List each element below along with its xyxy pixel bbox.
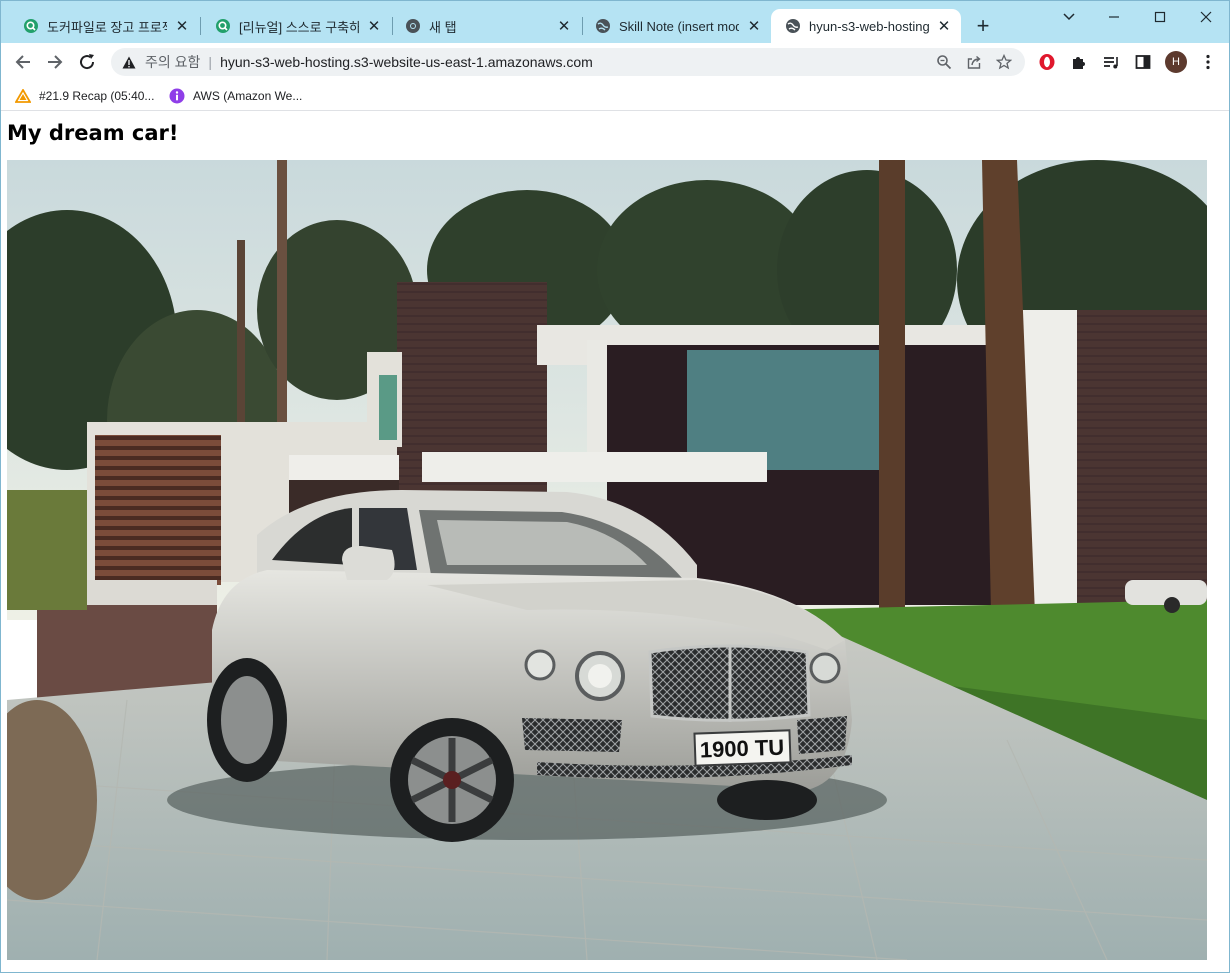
- close-icon[interactable]: ✕: [365, 17, 383, 35]
- arrow-left-icon: [15, 55, 30, 69]
- globe-icon: [785, 18, 801, 34]
- tab-title: hyun-s3-web-hosting.s: [809, 18, 929, 34]
- tab-3[interactable]: Skill Note (insert mode ✕: [581, 9, 771, 43]
- opera-extension-icon[interactable]: [1035, 50, 1059, 74]
- bookmark-label: AWS (Amazon We...: [193, 89, 303, 103]
- address-bar[interactable]: 주의 요함 | hyun-s3-web-hosting.s3-website-u…: [111, 48, 1025, 76]
- maximize-icon: [1154, 11, 1166, 23]
- kebab-menu-icon: [1206, 54, 1210, 70]
- tab-0[interactable]: 도커파일로 장고 프로젝 ✕: [9, 9, 199, 43]
- side-panel-icon[interactable]: [1131, 50, 1155, 74]
- warning-triangle-icon[interactable]: [121, 54, 137, 70]
- zoom-icon[interactable]: [929, 50, 959, 74]
- reload-button[interactable]: [73, 48, 101, 76]
- minimize-button[interactable]: [1091, 3, 1137, 31]
- globe-icon: [595, 18, 611, 34]
- new-tab-button[interactable]: +: [971, 15, 995, 39]
- license-plate-text: 1900 TU: [699, 735, 784, 763]
- media-queue-icon[interactable]: [1099, 50, 1123, 74]
- car-photo-image: 1900 TU: [7, 160, 1207, 960]
- tab-4-active[interactable]: hyun-s3-web-hosting.s ✕: [771, 9, 961, 43]
- forward-button[interactable]: [41, 48, 69, 76]
- share-icon[interactable]: [959, 50, 989, 74]
- tab-search-button[interactable]: [1046, 3, 1092, 31]
- browser-toolbar: 주의 요함 | hyun-s3-web-hosting.s3-website-u…: [1, 43, 1229, 81]
- extensions-puzzle-icon[interactable]: [1067, 50, 1091, 74]
- minimize-icon: [1109, 16, 1119, 18]
- bookmark-star-icon[interactable]: [989, 50, 1019, 74]
- close-icon[interactable]: ✕: [555, 17, 573, 35]
- tab-1[interactable]: [리뉴얼] 스스로 구축하 ✕: [201, 9, 391, 43]
- url-text[interactable]: hyun-s3-web-hosting.s3-website-us-east-1…: [220, 54, 593, 70]
- tab-title: [리뉴얼] 스스로 구축하: [239, 19, 359, 35]
- close-icon[interactable]: ✕: [745, 17, 763, 35]
- chrome-icon: [405, 18, 421, 34]
- profile-button[interactable]: H: [1164, 50, 1188, 74]
- reload-icon: [80, 54, 95, 70]
- divider: |: [208, 54, 213, 70]
- bookmarks-bar: #21.9 Recap (05:40... AWS (Amazon We...: [1, 81, 1229, 111]
- page-heading: My dream car!: [7, 121, 179, 145]
- close-window-button[interactable]: [1183, 3, 1229, 31]
- menu-button[interactable]: [1196, 50, 1220, 74]
- maximize-button[interactable]: [1137, 3, 1183, 31]
- page-content: My dream car! 1900 TU: [1, 112, 1229, 972]
- arrow-right-icon: [48, 55, 63, 69]
- tab-title: 도커파일로 장고 프로젝: [47, 19, 167, 35]
- close-icon[interactable]: ✕: [935, 17, 953, 35]
- bookmark-item[interactable]: #21.9 Recap (05:40...: [15, 86, 154, 106]
- car-photo: 1900 TU: [7, 160, 1207, 960]
- tab-title: 새 탭: [429, 19, 457, 35]
- close-icon[interactable]: ✕: [173, 17, 191, 35]
- avatar: H: [1165, 51, 1187, 73]
- back-button[interactable]: [9, 48, 37, 76]
- security-label[interactable]: 주의 요함: [145, 52, 200, 72]
- browser-window: 도커파일로 장고 프로젝 ✕ [리뉴얼] 스스로 구축하 ✕ 새 탭 ✕ Ski…: [0, 0, 1230, 973]
- warning-triangle-icon: [15, 88, 31, 104]
- tab-2[interactable]: 새 탭 ✕: [391, 9, 581, 43]
- tab-strip: 도커파일로 장고 프로젝 ✕ [리뉴얼] 스스로 구축하 ✕ 새 탭 ✕ Ski…: [1, 1, 1229, 43]
- chevron-down-icon: [1063, 13, 1075, 21]
- info-circle-icon: [169, 88, 185, 104]
- close-icon: [1200, 11, 1212, 23]
- bookmark-label: #21.9 Recap (05:40...: [39, 89, 155, 103]
- tab-title: Skill Note (insert mode: [619, 18, 739, 34]
- q-green-icon: [215, 18, 231, 34]
- bookmark-item[interactable]: AWS (Amazon We...: [169, 86, 302, 106]
- q-green-icon: [23, 18, 39, 34]
